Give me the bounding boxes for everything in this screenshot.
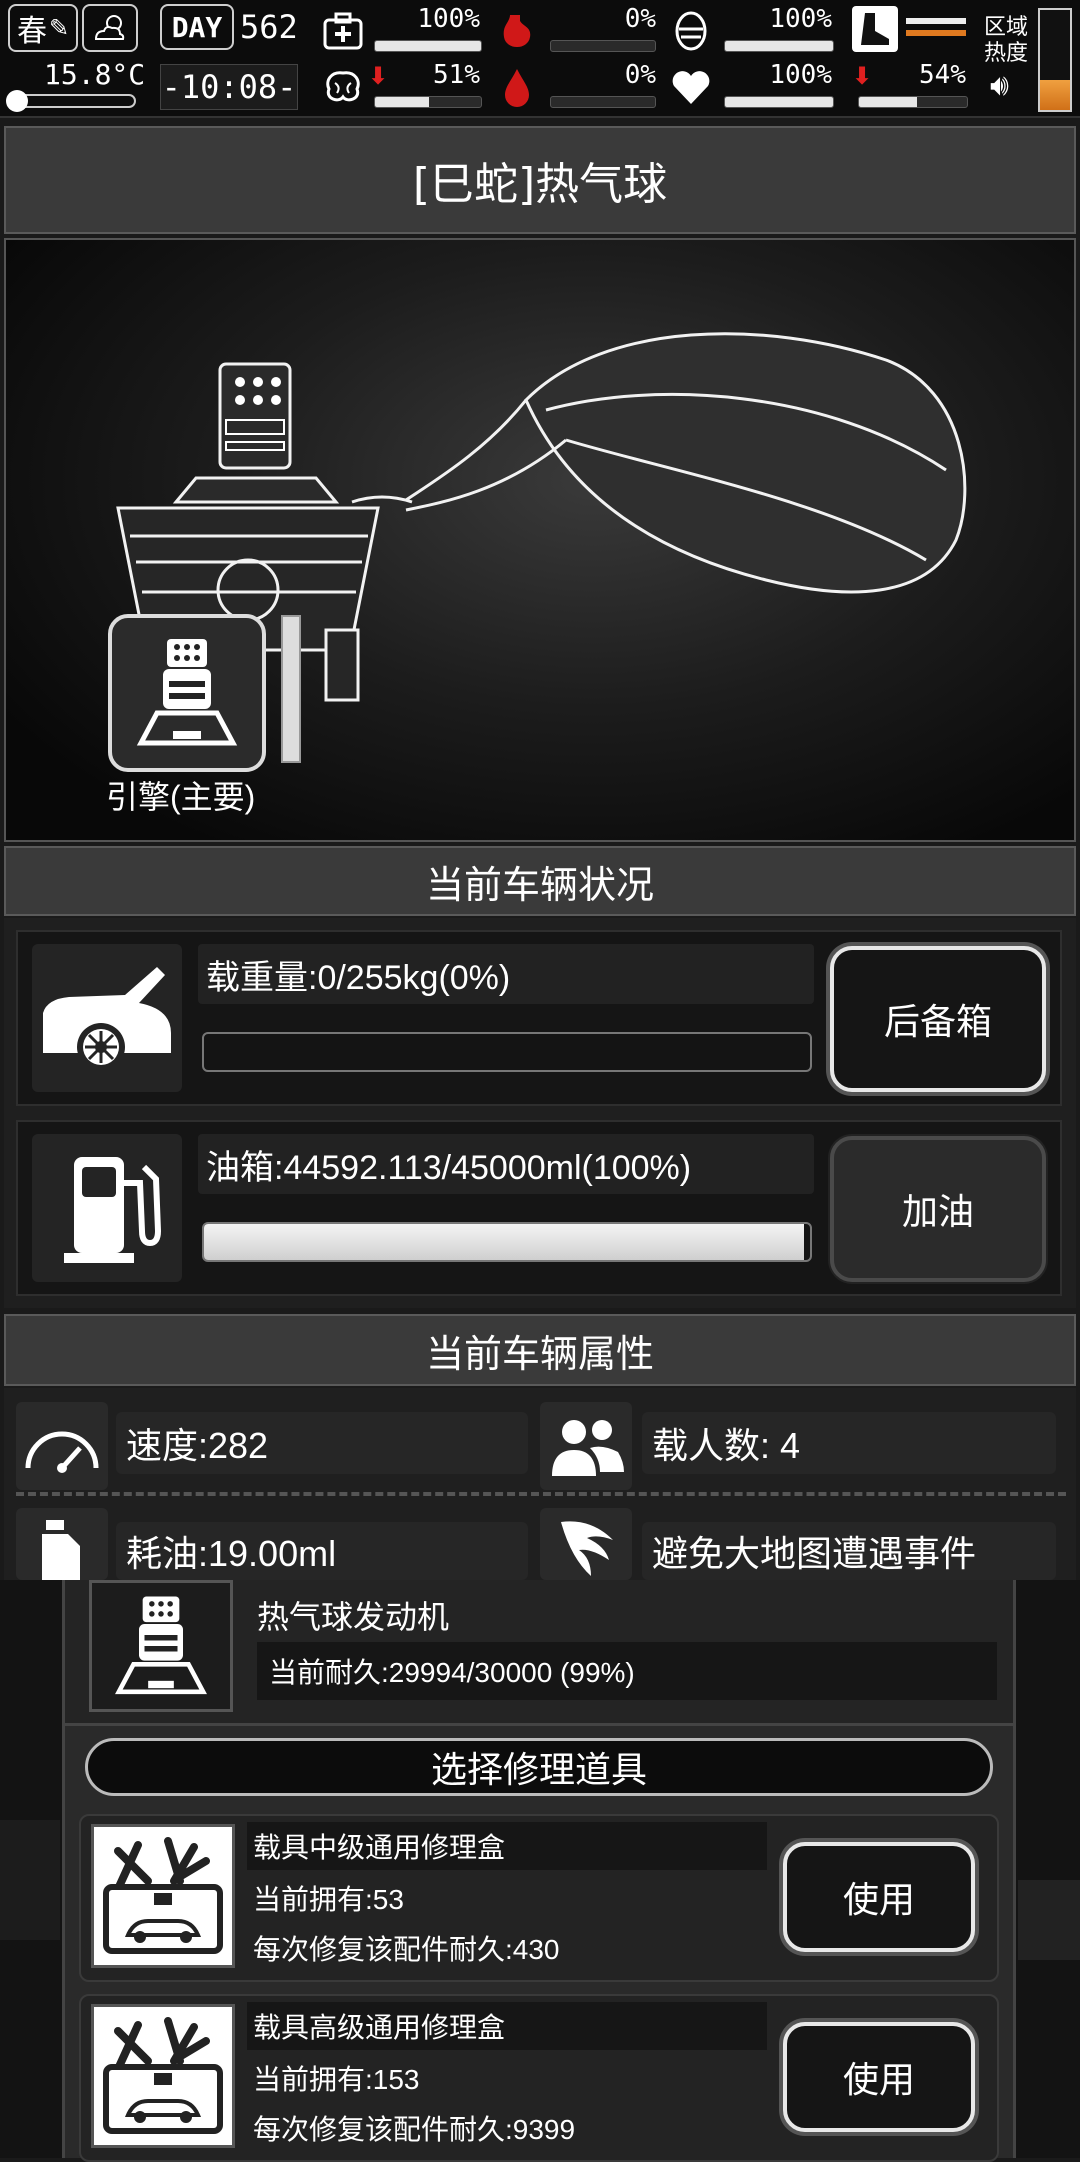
refuel-button[interactable]: 加油 (830, 1136, 1046, 1282)
engine-label: 引擎(主要) (106, 779, 256, 815)
heart-bar (724, 96, 834, 108)
repair-part-name: 热气球发动机 (257, 1599, 450, 1635)
boot-icon (852, 6, 898, 52)
trunk-button[interactable]: 后备箱 (830, 946, 1046, 1092)
engine-icon (136, 639, 238, 746)
armor-bar (724, 40, 834, 52)
armor-value: 100% (769, 4, 832, 34)
sound-icon[interactable]: 🔊︎ (990, 68, 1009, 103)
speed-label: 速度:282 (116, 1412, 528, 1474)
blood-drop-icon (494, 64, 540, 110)
backdrop-panel-right (1018, 1880, 1080, 1960)
vehicle-attributes-header: 当前车辆属性 (4, 1314, 1076, 1386)
brain-icon (320, 64, 366, 110)
backdrop-panel-left (0, 1820, 60, 1940)
tool-repair-amount: 每次修复该配件耐久:430 (253, 1934, 560, 1965)
blood-bar (550, 96, 656, 108)
season-badge: 春 ✎ (8, 4, 78, 52)
tool-owned: 当前拥有:153 (253, 2064, 420, 2095)
fuel-can-icon (16, 1508, 108, 1580)
heart-value: 100% (769, 60, 832, 90)
mood-value: 51% (433, 60, 480, 90)
tool-name: 载具高级通用修理盒 (247, 2002, 767, 2050)
engine-part-icon (89, 1580, 233, 1712)
repair-part-row: 热气球发动机 当前耐久:29994/30000 (99%) (65, 1580, 1013, 1726)
wing-icon (540, 1508, 632, 1580)
heart-fill (725, 97, 833, 107)
zone-heat-fill (1040, 80, 1070, 110)
fuel-card: 油箱:44592.113/45000ml(100%) 加油 (16, 1120, 1062, 1296)
stamina-stripe-1 (906, 18, 966, 24)
zone-heat-label: 区域热度 (984, 14, 1029, 65)
stamina-value: 54% (919, 60, 966, 90)
speedometer-icon (16, 1402, 108, 1490)
health-fill (375, 41, 481, 51)
repair-tool-item: 载具中级通用修理盒 当前拥有:53 每次修复该配件耐久:430 使用 (79, 1814, 999, 1982)
load-label: 载重量:0/255kg(0%) (198, 944, 814, 1004)
hunger-value: 0% (624, 4, 656, 34)
stamina-stripe-2 (906, 30, 966, 36)
day-label: DAY (160, 4, 234, 50)
armor-icon (668, 8, 714, 54)
attribute-divider (16, 1492, 1066, 1496)
season-label: 春 (16, 14, 47, 49)
mood-bar (374, 96, 482, 108)
engine-slot[interactable] (108, 614, 266, 772)
game-clock: -10:08- (160, 64, 298, 110)
health-value: 100% (417, 4, 480, 34)
use-button[interactable]: 使用 (783, 1842, 975, 1952)
passengers-icon (540, 1402, 632, 1490)
stomach-icon (494, 8, 540, 54)
attributes-panel: 速度:282 载人数: 4 耗油:19.00ml 避免大地图遭遇事件 (4, 1388, 1076, 1580)
stamina-fill (859, 97, 918, 107)
weather-icon (82, 4, 138, 52)
repair-tool-item: 载具高级通用修理盒 当前拥有:153 每次修复该配件耐久:9399 使用 (79, 1994, 999, 2162)
toolbox-icon (91, 2004, 235, 2148)
vehicle-scene: 引擎(主要) (4, 238, 1076, 842)
health-bar (374, 40, 482, 52)
thermometer-gauge (6, 90, 136, 112)
vehicle-title: [巳蛇]热气球 (4, 126, 1076, 234)
armor-fill (725, 41, 833, 51)
load-progress-bar (202, 1032, 812, 1072)
blood-value: 0% (624, 60, 656, 90)
fuel-progress-bar (202, 1222, 812, 1262)
stamina-bar (858, 96, 968, 108)
medkit-icon (320, 8, 366, 54)
tool-owned: 当前拥有:53 (253, 1884, 404, 1915)
use-button[interactable]: 使用 (783, 2022, 975, 2132)
avoid-events-label: 避免大地图遭遇事件 (642, 1522, 1056, 1580)
fuel-label: 油箱:44592.113/45000ml(100%) (198, 1134, 814, 1194)
fuel-progress-fill (204, 1224, 804, 1260)
zone-heat-gauge (1038, 8, 1072, 112)
top-status-bar: 春 ✎ 15.8°C DAY 562 -10:08- 100% ⬇ 51% 0%… (0, 0, 1080, 118)
day-number: 562 (240, 8, 298, 46)
hunger-bar (550, 40, 656, 52)
mood-fill (375, 97, 430, 107)
load-card: 载重量:0/255kg(0%) 后备箱 (16, 930, 1062, 1106)
heart-icon (668, 64, 714, 110)
tool-name: 载具中级通用修理盒 (247, 1822, 767, 1870)
temperature-readout: 15.8°C (44, 58, 146, 91)
fuel-pump-icon (32, 1134, 182, 1282)
repair-modal: 热气球发动机 当前耐久:29994/30000 (99%) 选择修理道具 载具中… (62, 1580, 1016, 2162)
toolbox-icon (91, 1824, 235, 1968)
fuel-use-label: 耗油:19.00ml (116, 1522, 528, 1580)
car-trunk-icon (32, 944, 182, 1092)
tool-repair-amount: 每次修复该配件耐久:9399 (253, 2114, 576, 2145)
vehicle-status-header: 当前车辆状况 (4, 846, 1076, 916)
passengers-label: 载人数: 4 (642, 1412, 1056, 1474)
select-repair-tool-header: 选择修理道具 (85, 1738, 993, 1796)
feather-icon: ✎ (48, 14, 70, 42)
repair-part-durability: 当前耐久:29994/30000 (99%) (257, 1642, 997, 1700)
